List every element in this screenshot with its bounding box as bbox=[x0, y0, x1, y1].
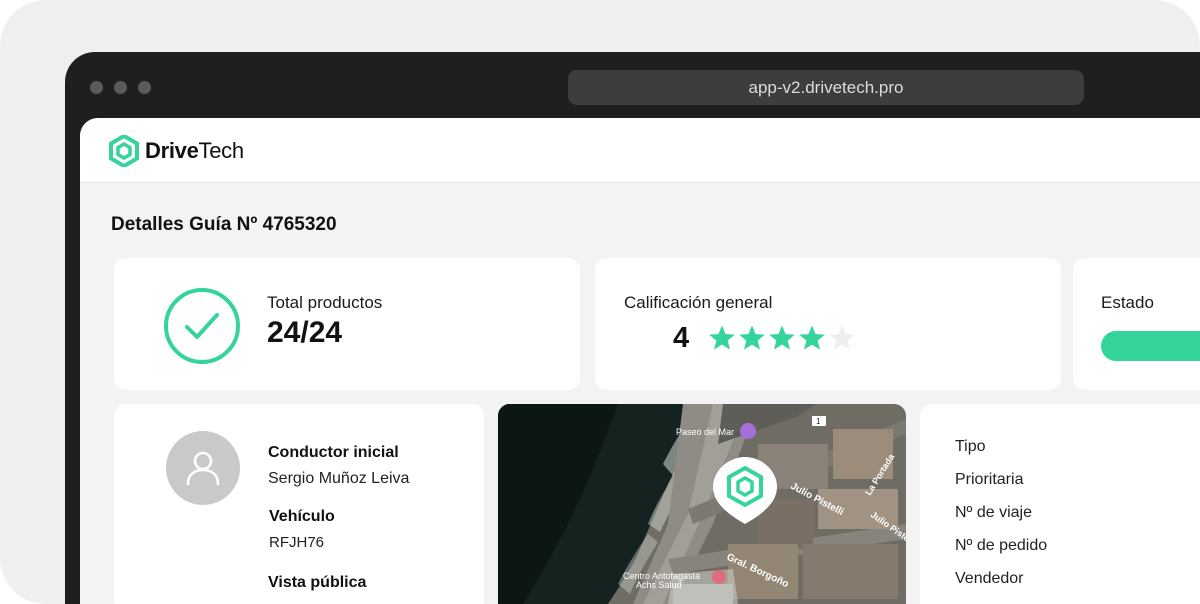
app-page: DriveTech Detalles Guía Nº 4765320 Total… bbox=[80, 118, 1200, 604]
map-label-achs-salud: Achs Salud bbox=[636, 580, 682, 590]
check-circle-icon bbox=[164, 288, 240, 364]
address-bar[interactable]: app-v2.drivetech.pro bbox=[568, 70, 1084, 105]
status-badge bbox=[1101, 331, 1200, 361]
window-close-dot[interactable] bbox=[90, 81, 103, 94]
public-view-label: Vista pública bbox=[268, 574, 367, 591]
total-products-card: Total productos 24/24 bbox=[114, 258, 580, 390]
detail-label-tipo: Tipo bbox=[955, 438, 986, 455]
app-header: DriveTech bbox=[80, 118, 1200, 183]
window-maximize-dot[interactable] bbox=[138, 81, 151, 94]
window-minimize-dot[interactable] bbox=[114, 81, 127, 94]
star-empty-icon bbox=[829, 325, 855, 350]
detail-label-prioritaria: Prioritaria bbox=[955, 471, 1024, 488]
browser-window: app-v2.drivetech.pro DriveTech Detalles … bbox=[65, 52, 1200, 604]
detail-label-vendedor: Vendedor bbox=[955, 570, 1024, 587]
initial-driver-label: Conductor inicial bbox=[268, 444, 399, 461]
status-card: Estado bbox=[1073, 258, 1200, 390]
avatar bbox=[166, 431, 240, 505]
detail-label-nro-pedido: Nº de pedido bbox=[955, 537, 1048, 554]
drivetech-logo-icon bbox=[109, 135, 139, 167]
medical-poi-icon bbox=[712, 570, 726, 584]
star-filled-icon bbox=[709, 325, 735, 350]
map-label-paseo-del-mar: Paseo del Mar bbox=[676, 427, 734, 437]
rating-card: Calificación general 4 bbox=[595, 258, 1061, 390]
route-shield-label: 1 bbox=[816, 417, 821, 426]
vehicle-value: RFJH76 bbox=[269, 534, 325, 551]
order-details-card: Tipo Prioritaria Nº de viaje Nº de pedid… bbox=[920, 404, 1200, 604]
camera-poi-icon bbox=[740, 423, 756, 439]
rating-label: Calificación general bbox=[624, 293, 773, 312]
logo-text-bold: Drive bbox=[145, 138, 199, 163]
drivetech-logo[interactable]: DriveTech bbox=[109, 134, 244, 168]
star-filled-icon bbox=[769, 325, 795, 350]
logo-text-light: Tech bbox=[198, 138, 245, 163]
driver-card: Conductor inicial Sergio Muñoz Leiva Veh… bbox=[114, 404, 484, 604]
total-products-label: Total productos bbox=[267, 293, 383, 312]
initial-driver-value: Sergio Muñoz Leiva bbox=[268, 470, 410, 487]
total-products-value: 24/24 bbox=[267, 316, 343, 349]
detail-label-nro-viaje: Nº de viaje bbox=[955, 504, 1032, 521]
rating-stars bbox=[708, 324, 856, 352]
status-label: Estado bbox=[1101, 293, 1154, 312]
logo-text: DriveTech bbox=[145, 138, 244, 164]
star-filled-icon bbox=[739, 325, 765, 350]
vehicle-label: Vehículo bbox=[269, 508, 335, 525]
user-icon bbox=[186, 451, 220, 486]
rating-value: 4 bbox=[673, 322, 690, 354]
delivery-map[interactable]: Paseo del Mar Julio Pistelli La Portada … bbox=[498, 404, 906, 604]
page-title: Detalles Guía Nº 4765320 bbox=[111, 214, 337, 235]
map-satellite-view: Paseo del Mar Julio Pistelli La Portada … bbox=[498, 404, 906, 604]
device-frame: app-v2.drivetech.pro DriveTech Detalles … bbox=[0, 0, 1200, 604]
star-filled-icon bbox=[799, 325, 825, 350]
